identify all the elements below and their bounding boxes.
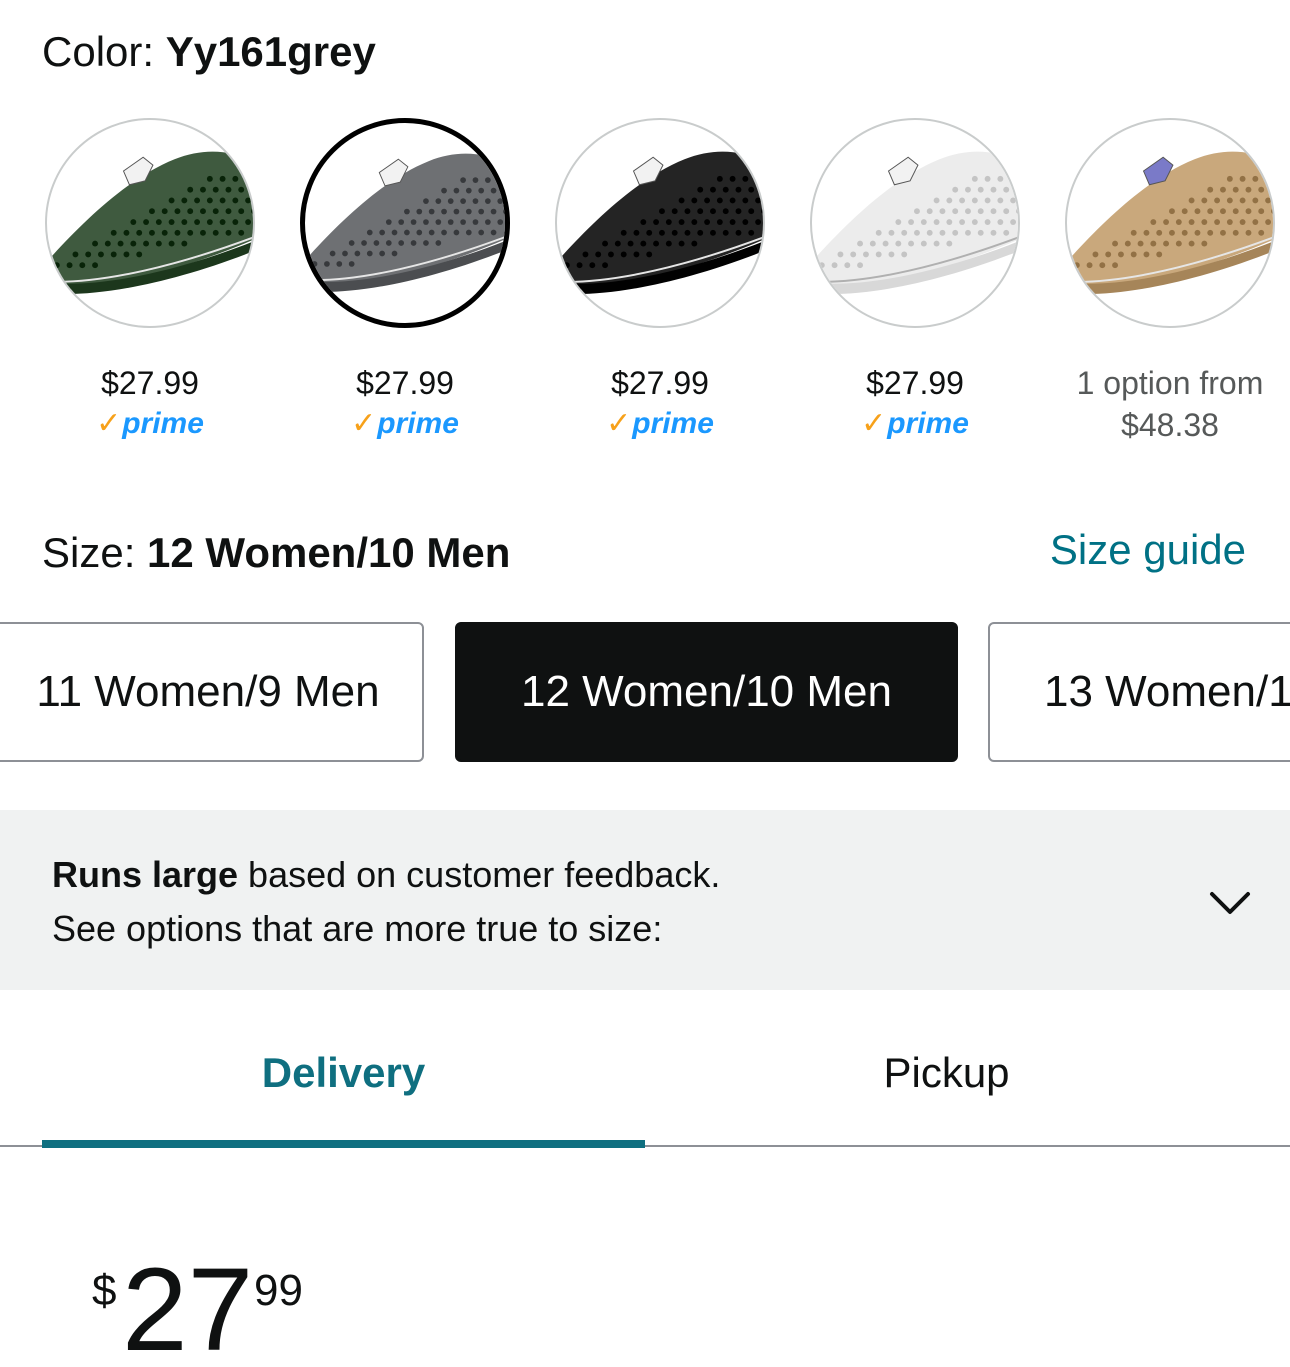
swatch-white[interactable] (810, 118, 1020, 328)
prime-check-icon: ✓ (861, 407, 887, 440)
swatch-price: $27.99 (866, 365, 964, 401)
prime-badge: ✓prime (25, 404, 275, 444)
color-value: Yy161grey (165, 28, 376, 75)
size-guide-link[interactable]: Size guide (1050, 522, 1246, 578)
swatch-option-line1: 1 option from (1076, 365, 1264, 401)
prime-check-icon: ✓ (96, 407, 122, 440)
shoe-image-grey (305, 153, 505, 292)
swatch-green[interactable] (45, 118, 255, 328)
price-currency-symbol: $ (92, 1266, 117, 1315)
chevron-down-icon[interactable] (1206, 880, 1254, 928)
prime-label: prime (887, 407, 969, 440)
shoe-image-green (47, 151, 253, 295)
prime-badge: ✓prime (535, 404, 785, 444)
swatch-price: $27.99 (356, 365, 454, 401)
prime-check-icon: ✓ (606, 407, 632, 440)
shoe-image-black (557, 151, 763, 295)
price-whole: 27 (122, 1244, 254, 1367)
swatch-khaki[interactable] (1065, 118, 1275, 328)
prime-label: prime (122, 407, 204, 440)
tab-delivery[interactable]: Delivery (42, 1044, 645, 1102)
swatch-price: $27.99 (611, 365, 709, 401)
product-variation-panel: Color: Yy161grey $27.99 ✓prime $27.99 ✓p… (0, 0, 1290, 1367)
size-option-13w-11m[interactable]: 13 Women/11 Men (988, 622, 1290, 762)
tab-active-indicator (42, 1140, 645, 1148)
fit-feedback-line2: See options that are more true to size: (52, 908, 663, 949)
prime-label: prime (632, 407, 714, 440)
shoe-image-khaki (1067, 151, 1273, 295)
prime-badge: ✓prime (790, 404, 1040, 444)
size-label-prefix: Size: (42, 529, 148, 576)
size-option-11w-9m[interactable]: 11 Women/9 Men (0, 622, 424, 762)
tab-pickup[interactable]: Pickup (645, 1044, 1248, 1102)
swatch-black[interactable] (555, 118, 765, 328)
fit-feedback-rest: based on customer feedback. (238, 854, 721, 895)
price-fraction: 99 (254, 1266, 303, 1315)
swatch-option-line2: $48.38 (1121, 407, 1219, 443)
size-value: 12 Women/10 Men (147, 529, 511, 576)
size-option-12w-10m[interactable]: 12 Women/10 Men (455, 622, 958, 762)
fit-feedback-line1: Runs large based on customer feedback. (52, 852, 720, 898)
color-label-prefix: Color: (42, 28, 166, 75)
shoe-image-white (812, 151, 1018, 295)
fit-feedback-bold: Runs large (52, 854, 239, 895)
size-label: Size: 12 Women/10 Men (42, 525, 510, 581)
prime-check-icon: ✓ (351, 407, 377, 440)
fit-feedback-banner[interactable] (0, 810, 1290, 990)
swatch-option-text: 1 option from $48.38 (1040, 362, 1290, 446)
color-label: Color: Yy161grey (42, 24, 376, 80)
swatch-grey[interactable] (300, 118, 510, 328)
prime-label: prime (377, 407, 459, 440)
prime-badge: ✓prime (280, 404, 530, 444)
swatch-price: $27.99 (101, 365, 199, 401)
